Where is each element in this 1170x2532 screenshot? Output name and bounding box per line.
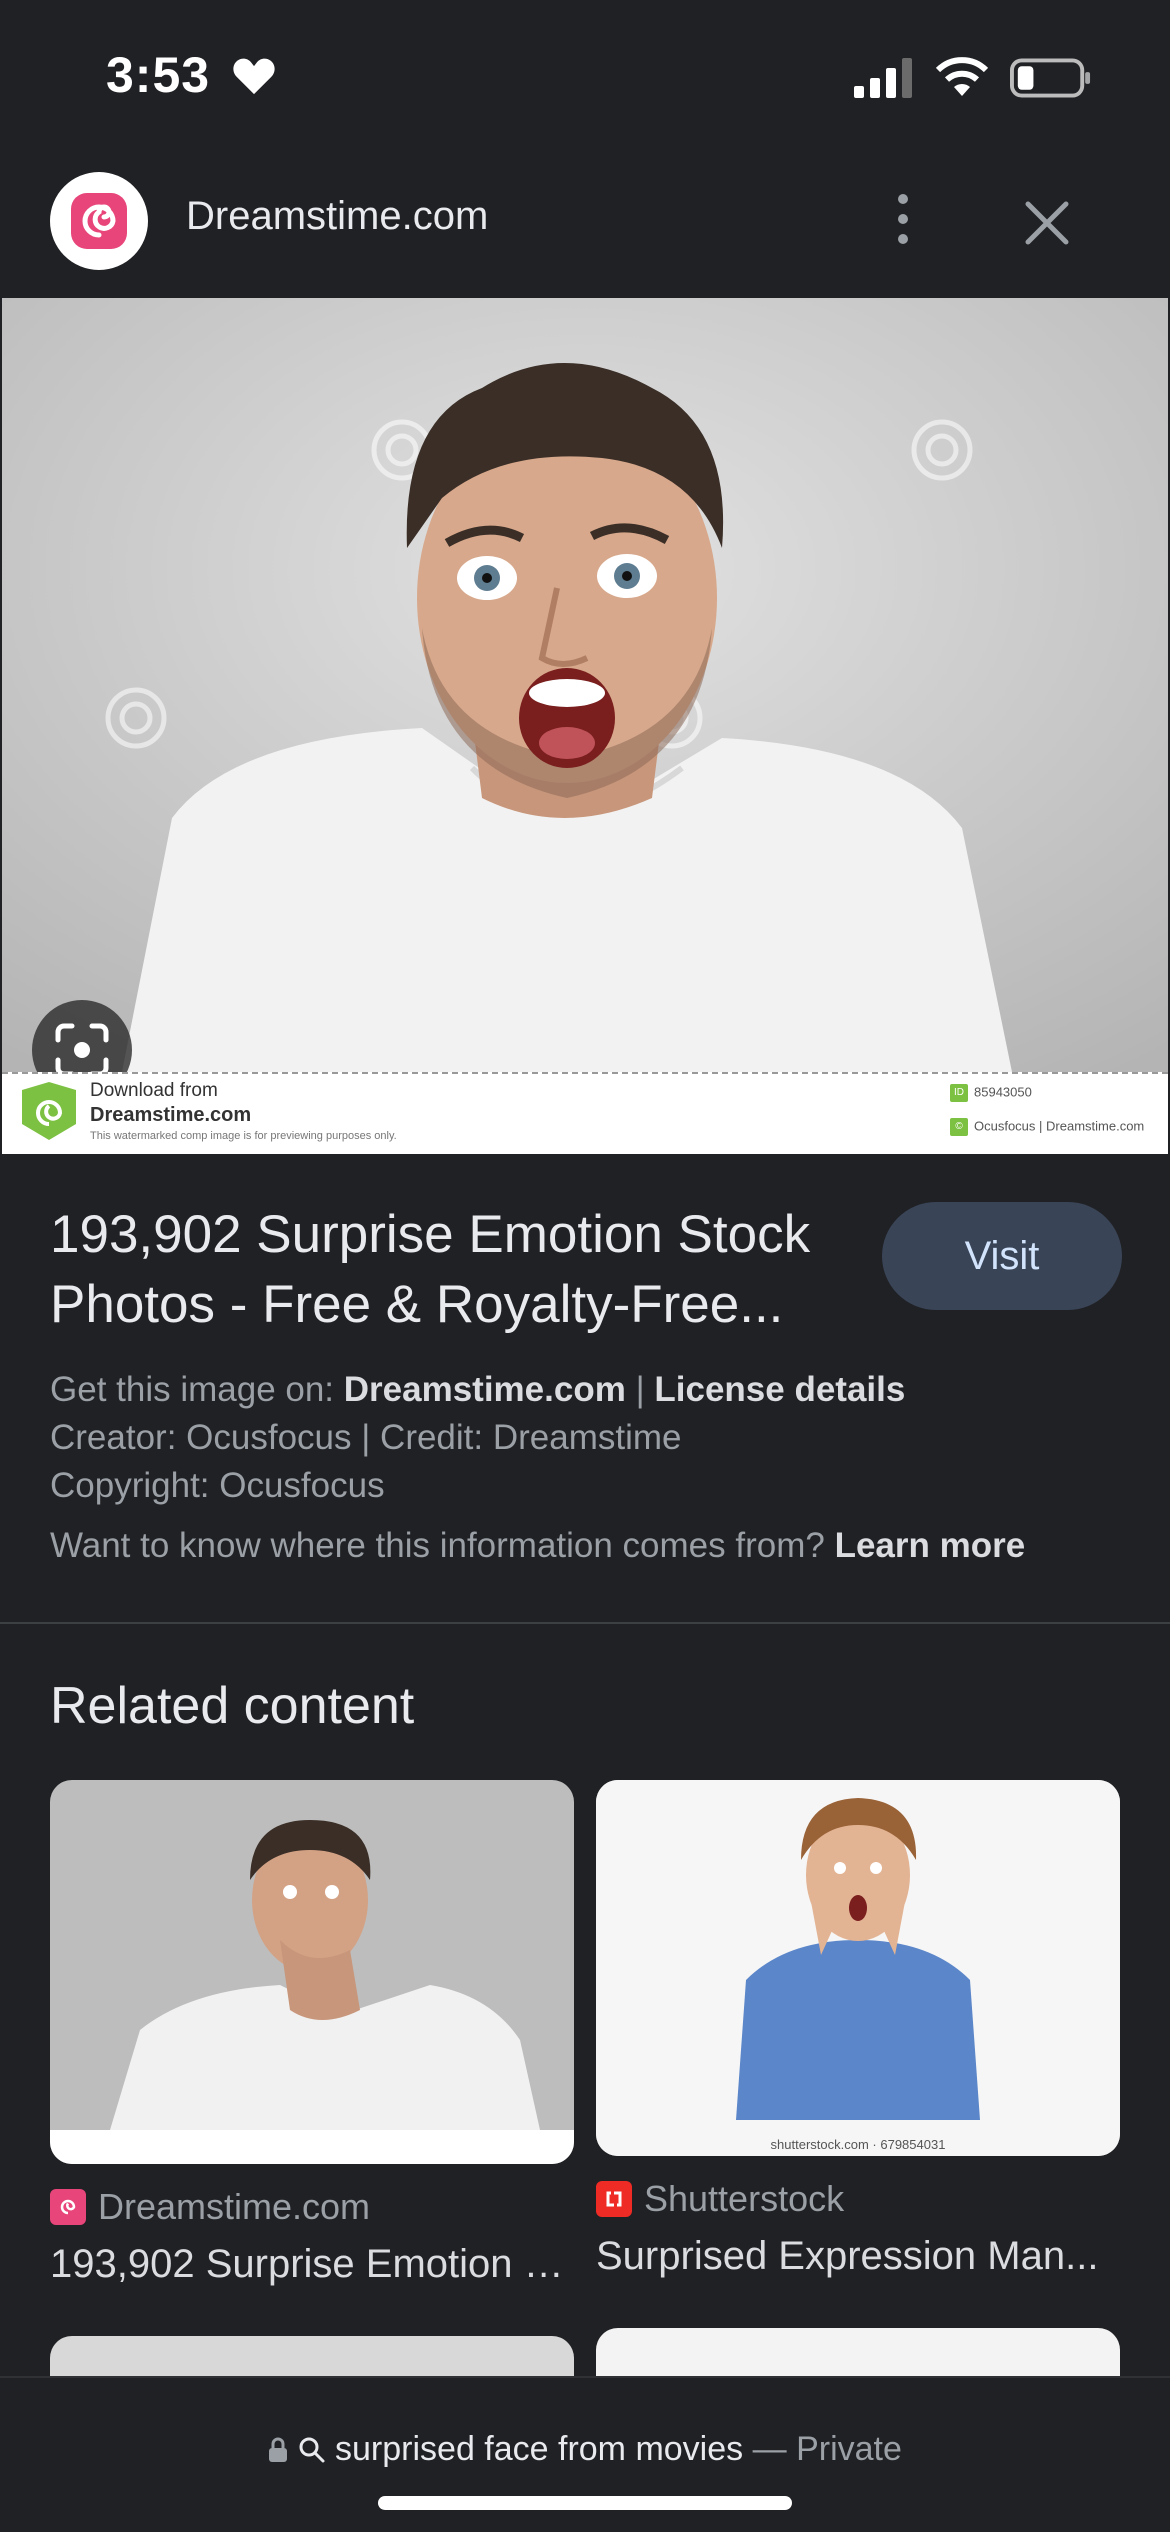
strip-image-id: ID 85943050 [950,1084,1032,1102]
bottom-address-bar[interactable]: surprised face from movies — Private [0,2376,1170,2532]
search-query: surprised face from movies [335,2430,744,2468]
creator-line: Creator: Ocusfocus | Credit: Dreamstime [50,1418,682,1457]
strip-download-from: Download from [90,1080,218,1101]
related-card-source: Shutterstock [596,2178,1120,2220]
watermark-strip: Download from Dreamstime.com This waterm… [2,1072,1168,1154]
related-card-title[interactable]: Surprised Expression Man... [596,2234,1120,2279]
related-card-image[interactable] [50,1780,574,2164]
license-details-link[interactable]: License details [654,1370,905,1409]
close-icon [1025,201,1069,245]
status-bar: 3:53 [0,0,1170,150]
surprised-man-blue-shirt-thumbnail [596,1780,1120,2156]
main-preview-image[interactable]: Download from Dreamstime.com This waterm… [2,298,1168,1154]
lock-icon [269,2437,288,2462]
dreamstime-badge-icon [22,1082,76,1140]
address-row[interactable]: surprised face from movies — Private [0,2430,1170,2469]
visit-button[interactable]: Visit [882,1202,1122,1310]
info-source-line: Want to know where this information come… [50,1526,1026,1565]
related-card-title[interactable]: 193,902 Surprise Emotion Stock Photos - … [50,2242,574,2287]
shutterstock-caption: shutterstock.com · 679854031 [770,2137,946,2152]
related-card[interactable]: shutterstock.com · 679854031 Shutterstoc… [596,1780,1120,2279]
private-label: Private [796,2430,902,2468]
related-card-image[interactable]: shutterstock.com · 679854031 [596,1780,1120,2156]
strip-site: Dreamstime.com [90,1104,252,1126]
section-divider [0,1622,1170,1624]
shutterstock-favicon-icon [596,2181,632,2217]
copyright-line: Copyright: Ocusfocus [50,1466,385,1505]
strip-disclaimer: This watermarked comp image is for previ… [90,1130,397,1142]
heart-icon [233,58,275,95]
surprised-man-thumbnail [50,1780,574,2164]
home-indicator[interactable] [378,2496,792,2510]
dreamstime-favicon-icon [50,2189,86,2225]
surprised-man-photo [2,298,1168,1072]
site-name[interactable]: Dreamstime.com [186,194,488,239]
related-content-heading: Related content [50,1677,415,1735]
more-options-button[interactable] [870,186,936,252]
result-title[interactable]: 193,902 Surprise Emotion Stock Photos - … [50,1200,870,1340]
learn-more-link[interactable]: Learn more [835,1526,1026,1565]
lens-icon [55,1023,109,1077]
dreamstime-logo-icon[interactable] [50,172,148,270]
related-card-source: Dreamstime.com [50,2186,574,2228]
cellular-signal-icon [854,58,912,98]
get-image-site-link[interactable]: Dreamstime.com [344,1370,626,1409]
get-image-line: Get this image on: Dreamstime.com | Lice… [50,1370,906,1409]
close-button[interactable] [1010,186,1084,260]
wifi-icon [935,57,989,96]
strip-credit: © Ocusfocus | Dreamstime.com [950,1118,1144,1136]
search-icon [299,2437,325,2463]
related-card[interactable]: Dreamstime.com 193,902 Surprise Emotion … [50,1780,574,2287]
status-time: 3:53 [106,47,211,103]
source-header: Dreamstime.com [0,150,1170,296]
more-vert-icon [898,194,908,244]
battery-icon [1010,58,1091,98]
